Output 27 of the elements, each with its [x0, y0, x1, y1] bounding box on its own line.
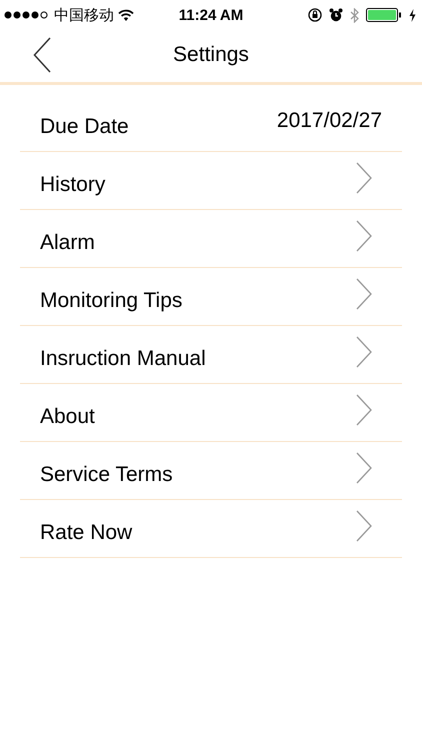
chevron-icon — [356, 162, 372, 194]
settings-row[interactable]: Due Date 2017/02/27 — [20, 94, 402, 152]
chevron-icon — [356, 452, 372, 484]
back-button[interactable] — [33, 36, 53, 74]
settings-row[interactable]: Monitoring Tips — [20, 268, 402, 326]
status-time: 11:24 AM — [178, 6, 244, 24]
rotation-lock-icon — [308, 8, 322, 22]
carrier-name: 中国移动 — [54, 6, 114, 24]
due-date-value: 2017/02/27 — [276, 108, 382, 132]
chevron-icon — [356, 336, 372, 368]
settings-row[interactable]: History — [20, 152, 402, 210]
chevron-icon — [356, 278, 372, 310]
alarm-icon — [329, 8, 343, 22]
battery-icon — [366, 8, 402, 22]
charging-icon — [409, 8, 416, 22]
settings-row[interactable]: Rate Now — [20, 500, 402, 558]
screen-title: Settings — [172, 43, 250, 67]
settings-row[interactable]: Alarm — [20, 210, 402, 268]
settings-row[interactable]: About — [20, 384, 402, 442]
chevron-icon — [356, 510, 372, 542]
bluetooth-icon — [350, 8, 359, 22]
settings-row[interactable]: Insruction Manual — [20, 326, 402, 384]
signal-icon — [4, 11, 50, 19]
chevron-icon — [356, 220, 372, 252]
chevron-icon — [356, 394, 372, 426]
wifi-icon — [118, 9, 134, 21]
settings-row[interactable]: Service Terms — [20, 442, 402, 500]
